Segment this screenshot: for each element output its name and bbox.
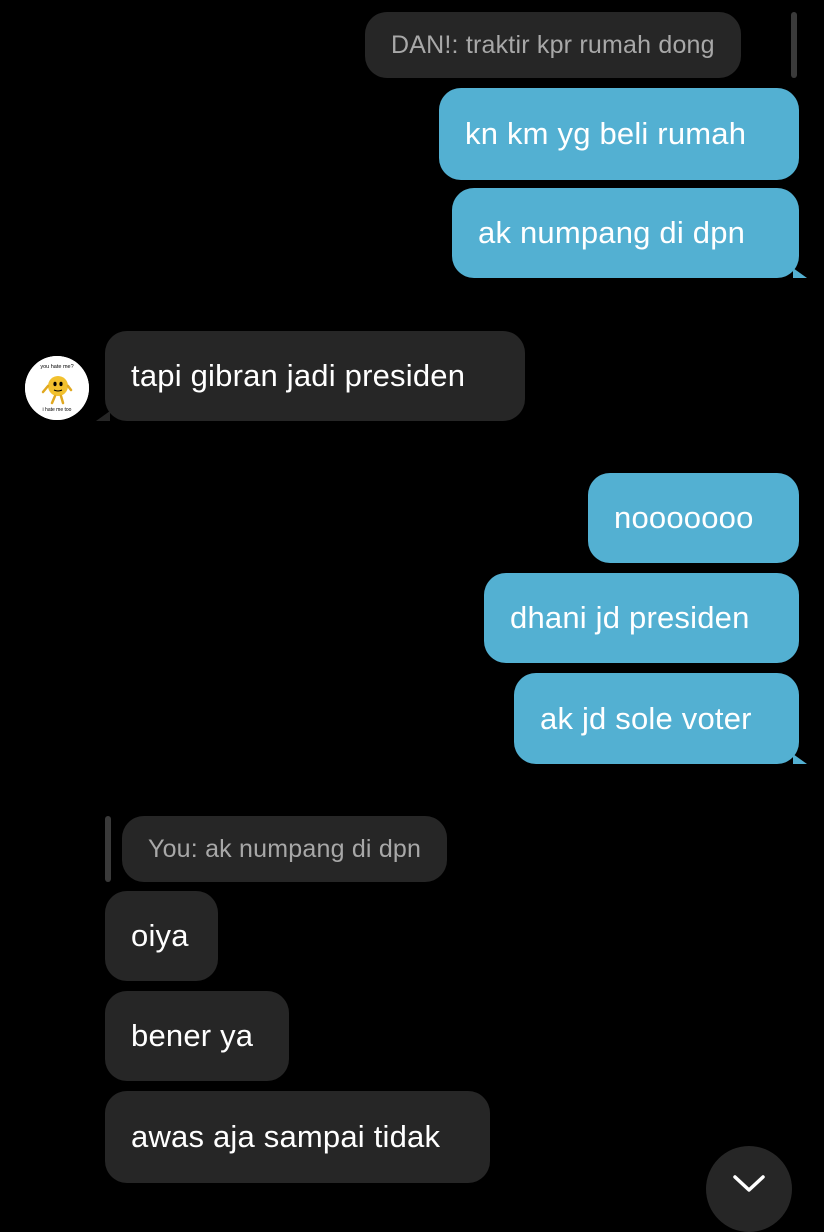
reply-preview-bubble[interactable]: You: ak numpang di dpn (122, 816, 448, 882)
emoji-sticker-avatar-icon: you hate me? i hate me too (25, 356, 89, 420)
message-text: nooooooo (614, 500, 754, 535)
reply-indicator-bar (791, 12, 797, 78)
incoming-bubble-tail (96, 411, 110, 421)
reply-indicator-bar (105, 816, 111, 882)
contact-avatar[interactable]: you hate me? i hate me too (25, 356, 89, 420)
outgoing-bubble-tail (793, 268, 807, 278)
outgoing-message-bubble[interactable]: ak jd sole voter (514, 673, 799, 764)
message-text: kn km yg beli rumah (465, 116, 747, 151)
reply-preview-text: DAN!: traktir kpr rumah dong (391, 30, 715, 59)
svg-text:i hate me too: i hate me too (43, 407, 72, 413)
scroll-to-bottom-button[interactable] (706, 1146, 792, 1232)
outgoing-message-bubble[interactable]: dhani jd presiden (484, 573, 799, 663)
reply-preview-bubble[interactable]: DAN!: traktir kpr rumah dong (365, 12, 741, 78)
incoming-message-bubble[interactable]: awas aja sampai tidak (105, 1091, 490, 1183)
outgoing-message-bubble[interactable]: kn km yg beli rumah (439, 88, 799, 180)
chevron-down-icon (733, 1175, 765, 1192)
message-text: bener ya (131, 1018, 254, 1053)
reply-preview-text: You: ak numpang di dpn (148, 834, 422, 863)
incoming-message-bubble[interactable]: oiya (105, 891, 218, 981)
incoming-message-bubble[interactable]: bener ya (105, 991, 289, 1081)
outgoing-bubble-tail (793, 754, 807, 764)
message-text: awas aja sampai tidak (131, 1119, 441, 1154)
incoming-message-bubble[interactable]: tapi gibran jadi presiden (105, 331, 525, 421)
outgoing-message-bubble[interactable]: ak numpang di dpn (452, 188, 799, 278)
svg-text:you hate me?: you hate me? (40, 364, 73, 370)
outgoing-message-bubble[interactable]: nooooooo (588, 473, 799, 563)
message-text: ak jd sole voter (540, 700, 752, 736)
message-text: oiya (131, 918, 189, 953)
message-text: ak numpang di dpn (478, 215, 746, 250)
message-text: tapi gibran jadi presiden (131, 358, 466, 393)
message-text: dhani jd presiden (510, 600, 750, 635)
